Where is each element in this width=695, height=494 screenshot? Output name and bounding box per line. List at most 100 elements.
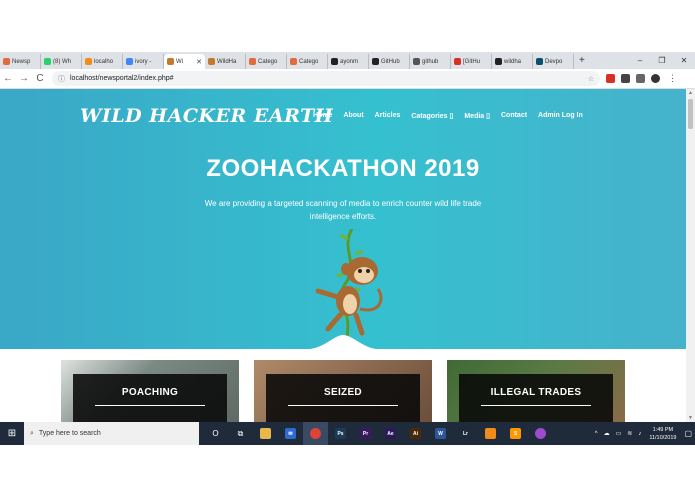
card-illegal-trades[interactable]: ILLEGAL TRADES [447,360,625,422]
scroll-up-arrow-icon[interactable]: ▲ [686,90,695,96]
app-purple-icon [535,428,546,439]
card-seized[interactable]: SEIZED [254,360,432,422]
newsportal-favicon [249,58,256,65]
tab-label: Devpo [545,58,563,65]
gmail-favicon [454,58,461,65]
card-poaching[interactable]: POACHING [61,360,239,422]
search-icon: ⌕ [30,429,34,437]
browser-tab[interactable]: Devpo [533,54,574,69]
taskbar-clock[interactable]: 1:49 PM 11/10/2019 [649,426,676,442]
file-explorer-icon-button[interactable] [253,422,278,445]
close-window-button[interactable]: ✕ [673,52,695,69]
nav-link-articles[interactable]: Articles [375,112,401,120]
photoshop-icon-button[interactable]: Ps [328,422,353,445]
restore-button[interactable]: ❐ [651,52,673,69]
tray-expand-icon[interactable]: ^ [595,431,598,437]
browser-tab-strip: Newsp (8) Wh localho ivory - Wi ✕ WildHa Catego… [0,52,695,69]
browser-tab[interactable]: GitHub [369,54,410,69]
tab-label: Wi [176,58,183,65]
google-favicon [126,58,133,65]
browser-tab[interactable]: (8) Wh [41,54,82,69]
browser-tab[interactable]: localho [82,54,123,69]
site-brand-logo[interactable]: WILD HACKER EARTH [80,105,333,127]
after-effects-icon-button[interactable]: Ae [378,422,403,445]
mail-icon-button[interactable]: ✉ [278,422,303,445]
xampp-icon-button[interactable] [478,422,503,445]
desktop-screen: Newsp (8) Wh localho ivory - Wi ✕ WildHa Catego… [0,52,695,445]
close-tab-icon[interactable]: ✕ [196,58,202,66]
nav-link-contact[interactable]: Contact [501,112,527,120]
wildhacker-favicon [167,58,174,65]
browser-tab[interactable]: [GitHu [451,54,492,69]
word-icon-button[interactable]: W [428,422,453,445]
taskbar-apps: O ⧉ ✉ Ps Pr Ae Ai W Lr S [203,422,553,445]
lightroom-icon: Lr [460,428,471,439]
system-tray: ^ ☁ ▭ ≋ ♪ 1:49 PM 11/10/2019 ▢ [592,422,695,445]
browser-menu-icon[interactable]: ⋮ [668,73,677,84]
scroll-down-arrow-icon[interactable]: ▼ [686,415,695,421]
nav-link-admin-log-in[interactable]: Admin Log In [538,112,583,120]
tab-label: wildha [504,58,522,65]
cortana-icon-button[interactable]: O [203,422,228,445]
nav-link-catagories[interactable]: Catagories ▯ [411,112,453,120]
scrollbar-thumb[interactable] [688,99,693,129]
windows-start-icon[interactable]: ⊞ [0,428,24,439]
category-cards: POACHING SEIZED ILLEGAL TRADES [0,349,686,422]
ext-cart-icon[interactable] [636,74,645,83]
tab-label: Newsp [12,58,31,65]
sublime-icon: S [510,428,521,439]
browser-tab[interactable]: Catego [287,54,328,69]
address-bar[interactable]: ⓘ localhost/newsportal2/index.php# ☆ [52,71,600,86]
nav-link-media[interactable]: Media ▯ [464,112,490,120]
site-info-icon[interactable]: ⓘ [58,74,65,84]
battery-icon[interactable]: ▭ [616,430,622,437]
illustrator-icon: Ai [410,428,421,439]
tab-label: (8) Wh [53,58,71,65]
github-favicon [495,58,502,65]
after-effects-icon: Ae [385,428,396,439]
clock-time: 1:49 PM [652,426,674,433]
illustrator-icon-button[interactable]: Ai [403,422,428,445]
profile-avatar-icon[interactable] [651,74,660,83]
address-url: localhost/newsportal2/index.php# [70,75,174,82]
wifi-icon[interactable]: ≋ [627,430,632,437]
browser-tab[interactable]: ivory - [123,54,164,69]
browser-tab[interactable]: Catego [246,54,287,69]
nav-link-home[interactable]: Home [313,112,332,120]
bookmark-star-icon[interactable]: ☆ [588,75,594,83]
xampp-icon [485,428,496,439]
ext-red-icon[interactable] [606,74,615,83]
chrome-icon [310,428,321,439]
page-scrollbar[interactable]: ▲ ▼ [686,89,695,422]
onedrive-cloud-icon[interactable]: ☁ [604,430,610,437]
browser-tab[interactable]: WildHa [205,54,246,69]
github-favicon [413,58,420,65]
tab-label: ivory - [135,58,152,65]
minimize-button[interactable]: – [629,52,651,69]
lightroom-icon-button[interactable]: Lr [453,422,478,445]
browser-tab[interactable]: github [410,54,451,69]
new-tab-button[interactable]: + [574,54,590,69]
premiere-icon-button[interactable]: Pr [353,422,378,445]
browser-tab[interactable]: Wi ✕ [164,54,205,69]
notifications-icon[interactable]: ▢ [684,429,692,438]
volume-icon[interactable]: ♪ [638,431,641,437]
taskbar-search-box[interactable]: ⌕ Type here to search [24,422,199,445]
app-purple-icon-button[interactable] [528,422,553,445]
browser-tab[interactable]: ayonm [328,54,369,69]
task-view-icon-button[interactable]: ⧉ [228,422,253,445]
chrome-icon-button[interactable] [303,422,328,445]
browser-tab[interactable]: Newsp [0,54,41,69]
windows-taskbar: ⊞ ⌕ Type here to search O ⧉ ✉ Ps Pr Ae Ai W Lr S … [0,422,695,445]
web-page: WILD HACKER EARTH Home About Articles Catag… [0,89,686,422]
browser-tab[interactable]: wildha [492,54,533,69]
back-button[interactable]: ← [0,69,16,89]
nav-link-about[interactable]: About [343,112,363,120]
forward-button[interactable]: → [16,69,32,89]
sublime-icon-button[interactable]: S [503,422,528,445]
ext-cloud-icon[interactable] [621,74,630,83]
cortana-icon: O [212,429,219,438]
reload-button[interactable]: C [32,69,48,89]
photoshop-icon: Ps [335,428,346,439]
extension-icons: ⋮ [606,73,677,84]
